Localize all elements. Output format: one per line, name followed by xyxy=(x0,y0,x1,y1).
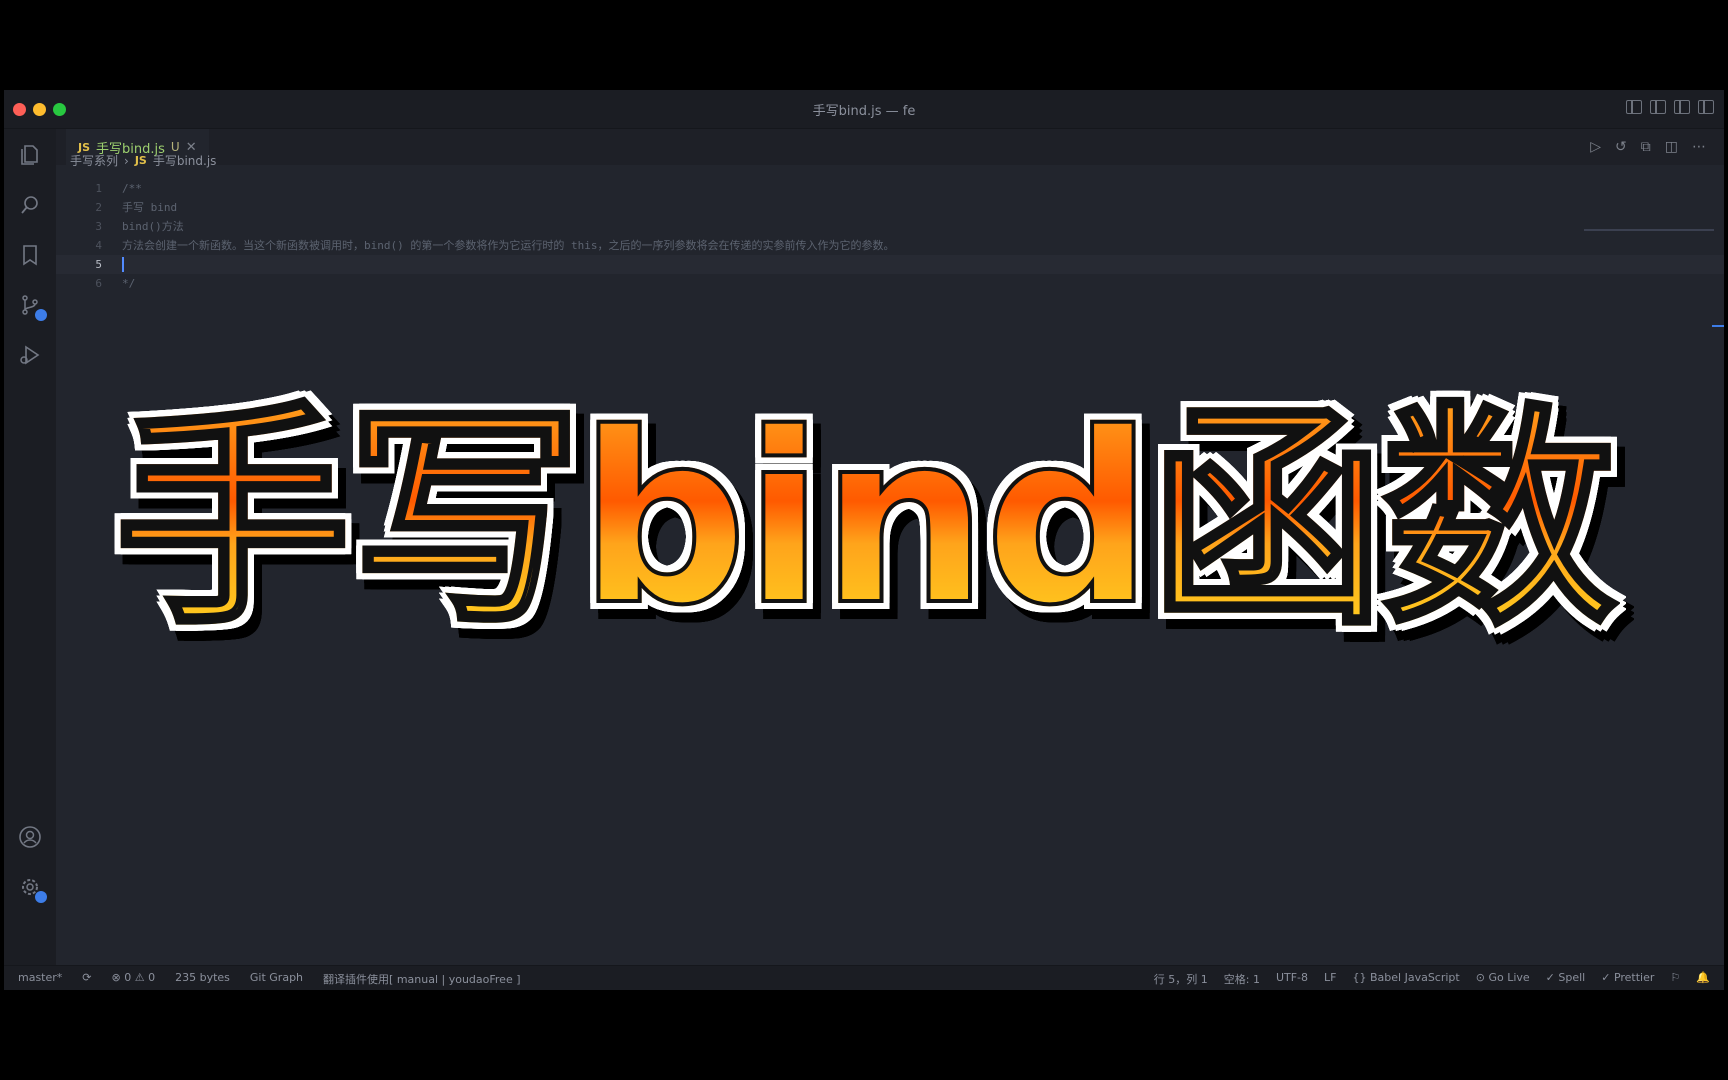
source-control-badge xyxy=(35,309,47,321)
line-text: bind()方法 xyxy=(122,220,184,233)
files-icon[interactable] xyxy=(17,143,43,169)
language-mode[interactable]: {} Babel JavaScript xyxy=(1353,971,1460,987)
history-icon[interactable]: ↺ xyxy=(1615,139,1627,155)
notifications-icon[interactable]: 🔔 xyxy=(1696,971,1710,987)
breadcrumb-folder[interactable]: 手写系列 xyxy=(70,152,118,169)
toggle-sidebar-icon[interactable] xyxy=(1626,100,1642,114)
feedback-icon[interactable]: ⚐ xyxy=(1670,971,1680,987)
line-text: 方法会创建一个新函数。当这个新函数被调用时，bind() 的第一个参数将作为它运… xyxy=(122,239,895,252)
line-number: 1 xyxy=(95,182,102,195)
status-bar: master* ⟳ ⊗ 0 ⚠ 0 235 bytes Git Graph 翻译… xyxy=(4,965,1724,990)
settings-badge xyxy=(35,891,47,903)
layout-controls xyxy=(1626,100,1714,114)
search-icon[interactable] xyxy=(17,193,43,219)
bookmark-icon[interactable] xyxy=(17,243,43,269)
breadcrumb-separator-icon: › xyxy=(124,153,129,168)
code-line: 4 方法会创建一个新函数。当这个新函数被调用时，bind() 的第一个参数将作为… xyxy=(56,236,1724,255)
compare-icon[interactable]: ⧉ xyxy=(1641,139,1651,155)
tab-bar: JS 手写bind.js U ✕ ▷ ↺ ⧉ ◫ ⋯ xyxy=(56,129,1724,165)
file-size: 235 bytes xyxy=(175,971,230,984)
sync-icon[interactable]: ⟳ xyxy=(82,971,91,987)
status-left: master* ⟳ ⊗ 0 ⚠ 0 235 bytes Git Graph 翻译… xyxy=(18,971,521,987)
translate-plugin[interactable]: 翻译插件使用[ manual | youdaoFree ] xyxy=(323,971,520,987)
code-line: 2 手写 bind xyxy=(56,198,1724,217)
encoding[interactable]: UTF-8 xyxy=(1276,971,1308,987)
toggle-secondary-sidebar-icon[interactable] xyxy=(1674,100,1690,114)
run-icon[interactable]: ▷ xyxy=(1590,139,1601,155)
code-line-active: 5 xyxy=(56,255,1724,274)
line-number: 4 xyxy=(95,239,102,252)
editor-actions: ▷ ↺ ⧉ ◫ ⋯ xyxy=(1590,139,1706,155)
line-number: 5 xyxy=(95,258,102,271)
scrollbar-marker xyxy=(1712,325,1724,327)
cursor-position[interactable]: 行 5，列 1 xyxy=(1154,971,1208,987)
account-icon[interactable] xyxy=(17,825,43,851)
code-line: 1 /** xyxy=(56,179,1724,198)
editor-area: JS 手写bind.js U ✕ ▷ ↺ ⧉ ◫ ⋯ 手写系列 › JS 手写b… xyxy=(56,129,1724,966)
line-text: */ xyxy=(122,277,136,290)
minimap[interactable] xyxy=(1584,229,1714,231)
line-number: 3 xyxy=(95,220,102,233)
line-text: 手写 bind xyxy=(122,201,178,214)
text-cursor xyxy=(122,257,124,272)
window-title: 手写bind.js — fe xyxy=(812,104,916,119)
breadcrumb: 手写系列 › JS 手写bind.js xyxy=(70,152,216,169)
line-number: 2 xyxy=(95,201,102,214)
spell-check[interactable]: ✓ Spell xyxy=(1546,971,1586,987)
code-line: 6 */ xyxy=(56,274,1724,293)
git-branch[interactable]: master* xyxy=(18,971,62,987)
activity-bar xyxy=(4,129,56,966)
go-live-button[interactable]: ⊙ Go Live xyxy=(1476,971,1530,987)
more-actions-icon[interactable]: ⋯ xyxy=(1692,139,1706,155)
problems-count[interactable]: ⊗ 0 ⚠ 0 xyxy=(112,971,156,987)
source-control-icon[interactable] xyxy=(17,293,47,321)
status-right: 行 5，列 1 空格: 1 UTF-8 LF {} Babel JavaScri… xyxy=(1154,971,1710,987)
line-text: /** xyxy=(122,182,142,195)
prettier-status[interactable]: ✓ Prettier xyxy=(1601,971,1654,987)
code-line: 3 bind()方法 xyxy=(56,217,1724,236)
breadcrumb-file[interactable]: 手写bind.js xyxy=(153,152,217,169)
indentation[interactable]: 空格: 1 xyxy=(1224,971,1260,987)
toggle-panel-icon[interactable] xyxy=(1650,100,1666,114)
end-of-line[interactable]: LF xyxy=(1324,971,1336,987)
javascript-file-icon: JS xyxy=(134,154,147,167)
split-editor-icon[interactable]: ◫ xyxy=(1665,139,1678,155)
code-editor[interactable]: 1 /** 2 手写 bind 3 bind()方法 4 方法会创建一个新函数。… xyxy=(56,179,1724,293)
run-debug-icon[interactable] xyxy=(17,343,43,369)
line-number: 6 xyxy=(95,277,102,290)
git-graph-button[interactable]: Git Graph xyxy=(250,971,303,987)
editor-window: 手写bind.js — fe JS 手写bind.js U ✕ ▷ ↺ ⧉ ◫ … xyxy=(4,90,1724,990)
customize-layout-icon[interactable] xyxy=(1698,100,1714,114)
settings-icon[interactable] xyxy=(17,875,47,903)
title-bar: 手写bind.js — fe xyxy=(4,90,1724,129)
